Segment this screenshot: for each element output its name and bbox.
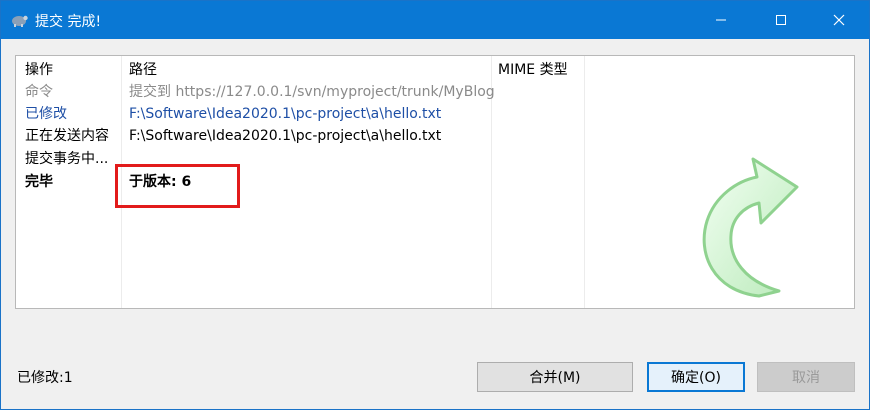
merge-button[interactable]: 合并(M) bbox=[477, 362, 633, 392]
minimize-icon bbox=[716, 19, 726, 21]
revision-highlight-box bbox=[115, 164, 240, 208]
column-header-path[interactable]: 路径 bbox=[129, 60, 157, 80]
window-title: 提交 完成! bbox=[35, 14, 102, 30]
ok-button[interactable]: 确定(O) bbox=[647, 362, 745, 392]
tortoise-icon bbox=[12, 15, 28, 27]
maximize-icon bbox=[776, 15, 786, 25]
cancel-button[interactable]: 取消 bbox=[757, 362, 855, 392]
row-action: 正在发送内容 bbox=[25, 128, 109, 144]
row-action: 已修改 bbox=[25, 106, 67, 122]
minimize-button[interactable] bbox=[691, 1, 751, 39]
success-arrow-icon bbox=[702, 157, 799, 298]
row-action: 完毕 bbox=[25, 174, 53, 190]
title-bar[interactable]: 提交 完成! bbox=[1, 1, 869, 39]
row-path: 提交到 https://127.0.0.1/svn/myproject/trun… bbox=[129, 84, 495, 100]
row-path: F:\Software\Idea2020.1\pc-project\a\hell… bbox=[129, 106, 442, 122]
close-icon bbox=[833, 14, 845, 26]
column-header-action[interactable]: 操作 bbox=[25, 60, 53, 80]
maximize-button[interactable] bbox=[751, 1, 811, 39]
column-header-mime[interactable]: MIME 类型 bbox=[498, 60, 568, 80]
commit-dialog: 提交 完成! 操作 路径 MIME 类型 命令 提交到 https://127.… bbox=[0, 0, 870, 410]
row-action: 提交事务中... bbox=[25, 151, 109, 167]
status-text: 已修改:1 bbox=[17, 370, 73, 386]
row-path: F:\Software\Idea2020.1\pc-project\a\hell… bbox=[129, 128, 442, 144]
column-divider bbox=[584, 56, 585, 308]
close-button[interactable] bbox=[809, 1, 869, 39]
row-action: 命令 bbox=[25, 84, 53, 100]
